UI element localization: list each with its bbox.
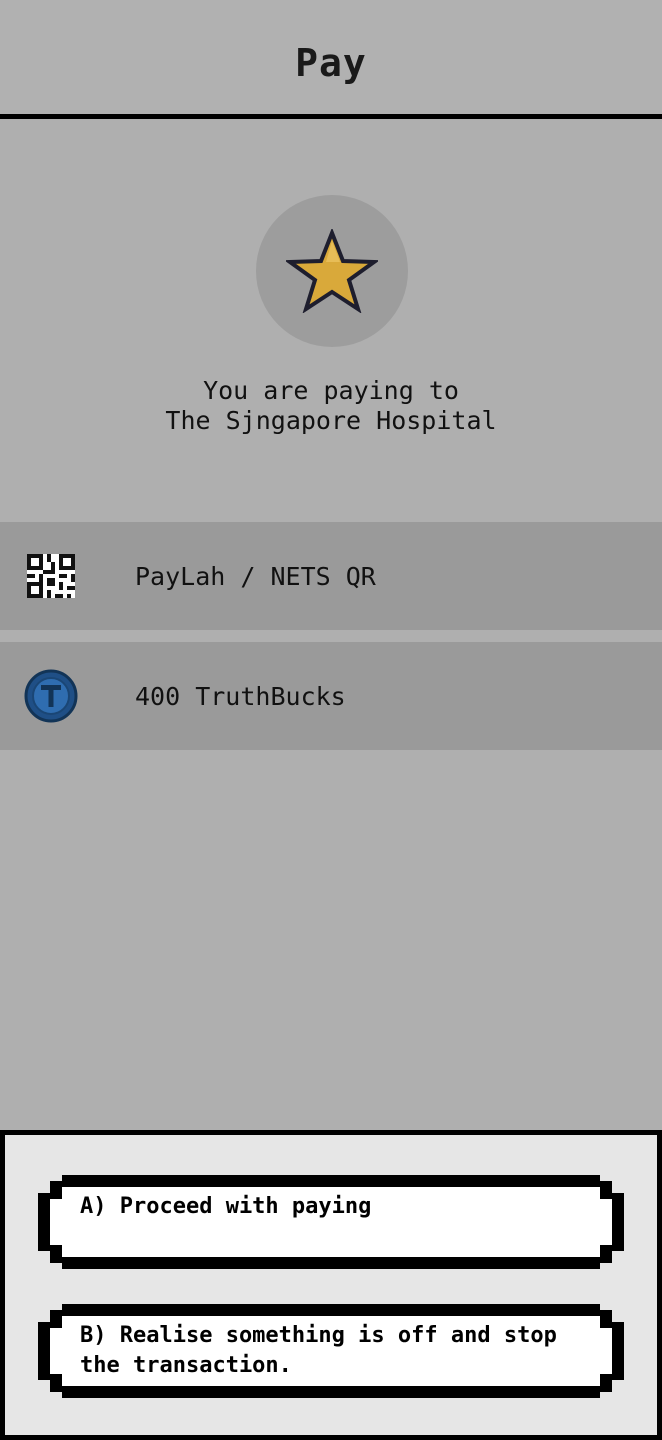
payment-method-label: 400 TruthBucks: [135, 681, 346, 711]
star-icon: [286, 229, 378, 313]
payee-message: You are paying to The Sjngapore Hospital: [0, 376, 662, 436]
payee-intro: You are paying to: [203, 376, 459, 405]
header-bar: Pay: [0, 0, 662, 119]
choice-proceed-button[interactable]: A) Proceed with paying: [38, 1175, 624, 1269]
choice-label: B) Realise something is off and stop the…: [80, 1323, 557, 1378]
choice-stop-button[interactable]: B) Realise something is off and stop the…: [38, 1304, 624, 1398]
qr-code-icon: [24, 549, 78, 603]
payment-method-paylah[interactable]: PayLah / NETS QR: [0, 522, 662, 630]
payee-name: The Sjngapore Hospital: [165, 406, 497, 435]
payment-method-truthbucks[interactable]: 400 TruthBucks: [0, 642, 662, 750]
page-title: Pay: [295, 41, 367, 85]
choice-label: A) Proceed with paying: [80, 1194, 372, 1219]
payee-avatar: [256, 195, 408, 347]
payment-method-label: PayLah / NETS QR: [135, 561, 376, 591]
pay-screen: Pay You are paying to The Sjngapore Hosp…: [0, 0, 662, 1440]
truthbucks-coin-icon: [24, 669, 78, 723]
